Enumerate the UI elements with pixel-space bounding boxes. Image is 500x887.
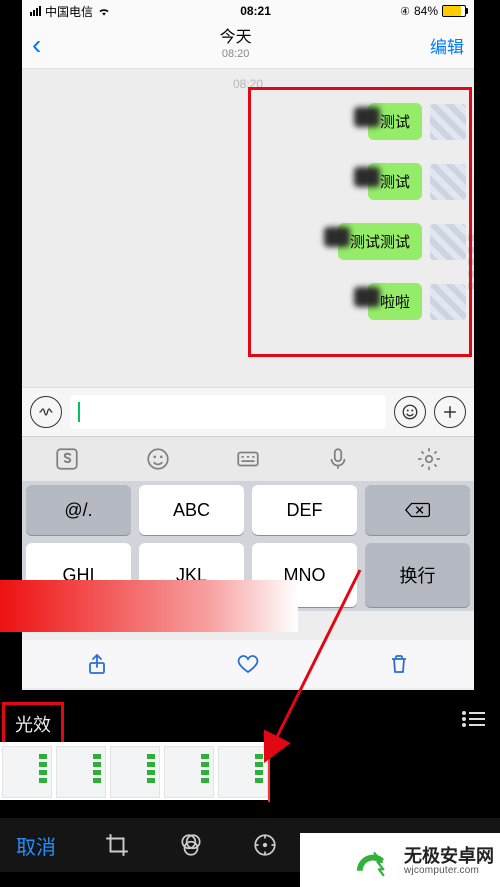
chat-timestamp: 08:20 bbox=[22, 77, 474, 91]
signal-icon bbox=[30, 6, 41, 16]
avatar[interactable] bbox=[430, 284, 466, 320]
timeline-thumb[interactable] bbox=[218, 746, 268, 798]
timeline-thumb[interactable] bbox=[2, 746, 52, 798]
title-main: 今天 bbox=[220, 29, 252, 47]
voice-input-button[interactable] bbox=[30, 396, 62, 428]
message-input[interactable] bbox=[70, 395, 386, 429]
pixelation-artifact bbox=[468, 229, 474, 289]
timeline-thumb[interactable] bbox=[110, 746, 160, 798]
filters-icon[interactable] bbox=[178, 832, 204, 858]
chat-area: 08:20 测试 测试 测试测试 啦啦 bbox=[22, 69, 474, 387]
watermark-url: wjcomputer.com bbox=[404, 866, 494, 877]
adjust-icon[interactable] bbox=[252, 832, 278, 858]
chat-input-bar bbox=[22, 387, 474, 436]
share-icon[interactable] bbox=[85, 652, 109, 676]
battery-icon bbox=[442, 5, 466, 17]
emoji-icon[interactable] bbox=[145, 446, 171, 472]
status-bar: 中国电信 08:21 ④ 84% bbox=[22, 0, 474, 22]
wifi-icon bbox=[97, 6, 111, 16]
avatar[interactable] bbox=[430, 164, 466, 200]
message-bubble[interactable]: 测试 bbox=[368, 103, 422, 140]
carrier-label: 中国电信 bbox=[45, 3, 93, 20]
list-menu-icon[interactable] bbox=[460, 710, 486, 728]
title-sub: 08:20 bbox=[220, 48, 252, 61]
message-row: 测试 bbox=[368, 103, 466, 140]
back-button[interactable]: ‹ bbox=[32, 29, 41, 61]
timeline-thumb[interactable] bbox=[56, 746, 106, 798]
key-symbols[interactable]: @/. bbox=[26, 485, 131, 535]
avatar[interactable] bbox=[430, 224, 466, 260]
cancel-button[interactable]: 取消 bbox=[16, 831, 56, 860]
heart-icon[interactable] bbox=[236, 652, 260, 676]
message-bubble[interactable]: 测试 bbox=[368, 163, 422, 200]
watermark-icon bbox=[354, 845, 398, 879]
sogou-icon[interactable] bbox=[54, 446, 80, 472]
key-backspace[interactable] bbox=[365, 485, 470, 535]
effect-label[interactable]: 光效 bbox=[2, 702, 64, 746]
playhead[interactable] bbox=[268, 740, 270, 802]
gear-icon[interactable] bbox=[416, 446, 442, 472]
key-abc[interactable]: ABC bbox=[139, 485, 244, 535]
emoji-button[interactable] bbox=[394, 396, 426, 428]
redaction-overlay bbox=[0, 580, 298, 632]
photo-action-bar bbox=[22, 640, 474, 688]
key-return[interactable]: 换行 bbox=[365, 543, 470, 607]
message-bubble[interactable]: 啦啦 bbox=[368, 283, 422, 320]
ime-toolbar bbox=[22, 436, 474, 481]
battery-pct: 84% bbox=[414, 4, 438, 18]
key-def[interactable]: DEF bbox=[252, 485, 357, 535]
message-row: 测试测试 bbox=[338, 223, 466, 260]
avatar[interactable] bbox=[430, 104, 466, 140]
trash-icon[interactable] bbox=[387, 652, 411, 676]
message-row: 测试 bbox=[368, 163, 466, 200]
crop-icon[interactable] bbox=[104, 832, 130, 858]
timeline-thumb[interactable] bbox=[164, 746, 214, 798]
plus-button[interactable] bbox=[434, 396, 466, 428]
message-bubble[interactable]: 测试测试 bbox=[338, 223, 422, 260]
timeline-filmstrip[interactable] bbox=[0, 742, 268, 800]
nav-bar: ‹ 今天 08:20 编辑 bbox=[22, 22, 474, 69]
watermark: 无极安卓网 wjcomputer.com bbox=[354, 845, 494, 879]
page-title: 今天 08:20 bbox=[220, 29, 252, 60]
keyboard-icon[interactable] bbox=[235, 446, 261, 472]
edit-button[interactable]: 编辑 bbox=[430, 33, 464, 58]
clock: 08:21 bbox=[240, 4, 271, 18]
mic-icon[interactable] bbox=[325, 446, 351, 472]
watermark-name: 无极安卓网 bbox=[404, 847, 494, 866]
message-row: 啦啦 bbox=[368, 283, 466, 320]
